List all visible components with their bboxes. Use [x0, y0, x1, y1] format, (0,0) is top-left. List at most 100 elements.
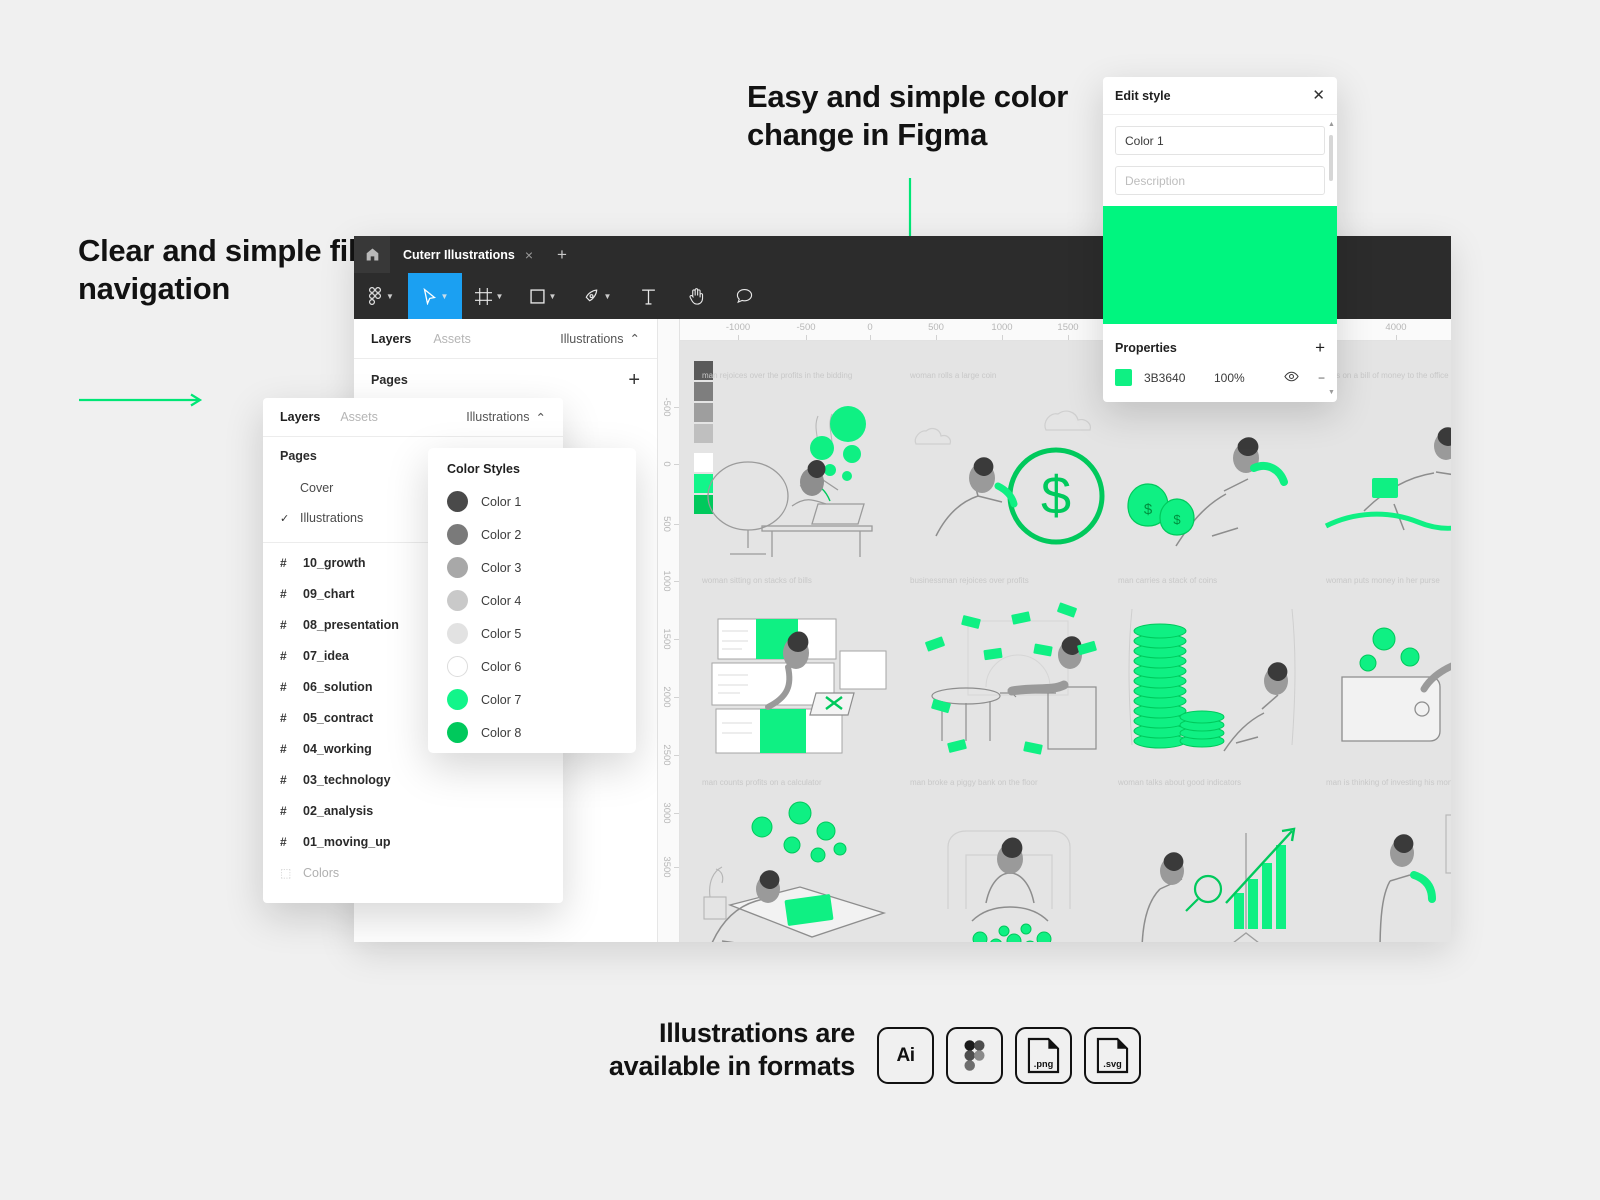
figma-menu-icon[interactable]: ▼ — [354, 273, 408, 319]
frame-caption: woman talks about good indicators — [1118, 778, 1242, 787]
right-arrow-icon — [79, 393, 203, 407]
color-style-row[interactable]: Color 8 — [428, 716, 636, 749]
ruler-mark — [738, 335, 739, 340]
illustration-thumb[interactable] — [700, 386, 910, 561]
ruler-tick: 3500 — [661, 856, 672, 878]
illustration-thumb[interactable] — [908, 591, 1118, 766]
illustration-thumb[interactable] — [1116, 591, 1326, 766]
pen-tool-icon[interactable]: ▼ — [570, 273, 624, 319]
style-description-input[interactable]: Description — [1115, 166, 1325, 195]
png-format-badge[interactable]: .png — [1015, 1027, 1072, 1084]
shape-tool-icon[interactable]: ▼ — [516, 273, 570, 319]
color-swatch-dot[interactable] — [447, 491, 468, 512]
close-icon[interactable]: ✕ — [1312, 88, 1325, 103]
chevron-down-icon: ▼ — [440, 291, 449, 301]
frame-icon: # — [280, 710, 287, 725]
canvas-body[interactable]: man rejoices over the profits in the bid… — [680, 341, 1451, 942]
color-style-row[interactable]: Color 2 — [428, 518, 636, 551]
color-style-row[interactable]: Color 7 — [428, 683, 636, 716]
pages-label: Pages — [371, 373, 408, 387]
illustration-thumb[interactable]: $ $ — [1116, 386, 1326, 561]
text-tool-icon[interactable] — [624, 273, 672, 319]
layer-item[interactable]: #02_analysis — [263, 795, 563, 826]
layer-item[interactable]: #03_technology — [263, 764, 563, 795]
figma-icon — [964, 1040, 985, 1071]
color-style-row[interactable]: Color 1 — [428, 485, 636, 518]
eye-icon[interactable] — [1284, 371, 1299, 385]
add-page-button[interactable]: + — [628, 369, 640, 392]
tab-layers[interactable]: Layers — [371, 332, 411, 346]
color-swatch-dot[interactable] — [447, 656, 468, 677]
illustration-thumb[interactable] — [908, 793, 1118, 942]
chevron-down-icon[interactable]: ▼ — [1328, 389, 1335, 396]
ruler-mark — [674, 639, 679, 640]
illustration-thumb[interactable] — [1116, 793, 1326, 942]
ruler-tick: -1000 — [725, 322, 751, 333]
bottom-heading: Illustrations are available in formats — [608, 1018, 855, 1081]
page-selector[interactable]: Illustrations ⌃ — [466, 410, 546, 425]
layer-item-label: 05_contract — [303, 710, 374, 725]
illustration-thumb[interactable] — [1324, 386, 1451, 561]
illustration-thumb[interactable] — [1324, 793, 1451, 942]
ruler-tick: 1000 — [661, 570, 672, 592]
frame-tool-icon[interactable]: ▼ — [462, 273, 516, 319]
properties-header: Properties + — [1103, 324, 1337, 358]
illustration-thumb[interactable] — [700, 591, 910, 766]
property-hex[interactable]: 3B3640 — [1144, 371, 1202, 385]
frame-caption: flies on a bill of money to the office — [1326, 371, 1449, 380]
tab-layers[interactable]: Layers — [280, 410, 320, 424]
ruler-tick: 0 — [661, 461, 672, 467]
ruler-tick: 3000 — [661, 802, 672, 824]
ai-format-label: Ai — [896, 1044, 916, 1066]
style-name-input[interactable]: Color 1 — [1115, 126, 1325, 155]
color-swatch-dot[interactable] — [447, 557, 468, 578]
layer-item[interactable]: #01_moving_up — [263, 826, 563, 857]
color-style-row[interactable]: Color 4 — [428, 584, 636, 617]
color-style-row[interactable]: Color 3 — [428, 551, 636, 584]
chevron-up-icon[interactable]: ▲ — [1328, 121, 1335, 128]
color-style-label: Color 4 — [481, 593, 522, 608]
color-style-row[interactable]: Color 5 — [428, 617, 636, 650]
color-swatch-dot[interactable] — [447, 623, 468, 644]
move-tool-icon[interactable]: ▼ — [408, 273, 462, 319]
panel-scrollbar[interactable]: ▲ ▼ — [1328, 121, 1335, 396]
illustration-thumb[interactable]: $ — [908, 386, 1118, 561]
page-item-label: Cover — [300, 481, 334, 495]
ruler-tick: 1500 — [661, 628, 672, 650]
frame-icon: # — [280, 741, 287, 756]
scrollbar-thumb[interactable] — [1329, 135, 1333, 181]
frame-caption: man counts profits on a calculator — [702, 778, 822, 787]
home-icon[interactable] — [354, 236, 390, 273]
chevron-down-icon: ▼ — [603, 291, 612, 301]
figma-canvas[interactable]: -1000-500050010001500400045 -50005001000… — [658, 319, 1451, 942]
color-preview-swatch[interactable] — [1103, 206, 1337, 324]
color-style-row[interactable]: Color 6 — [428, 650, 636, 683]
color-swatch-dot[interactable] — [447, 689, 468, 710]
comment-tool-icon[interactable] — [720, 273, 768, 319]
ruler-mark — [936, 335, 937, 340]
property-color-chip[interactable] — [1115, 369, 1132, 386]
add-property-button[interactable]: + — [1315, 338, 1325, 358]
illustration-thumb[interactable] — [1324, 591, 1451, 766]
color-swatch-dot[interactable] — [447, 722, 468, 743]
remove-property-button[interactable]: − — [1311, 371, 1325, 385]
figma-format-badge[interactable] — [946, 1027, 1003, 1084]
close-icon[interactable]: × — [525, 247, 533, 263]
page-selector[interactable]: Illustrations ⌃ — [560, 331, 640, 347]
frame-caption: woman rolls a large coin — [910, 371, 997, 380]
hand-tool-icon[interactable] — [672, 273, 720, 319]
color-swatch-dot[interactable] — [447, 590, 468, 611]
ai-format-badge[interactable]: Ai — [877, 1027, 934, 1084]
file-tab[interactable]: Cuterr Illustrations × — [390, 236, 547, 273]
tab-assets[interactable]: Assets — [433, 332, 471, 346]
edit-style-header: Edit style ✕ — [1103, 77, 1337, 115]
color-style-label: Color 3 — [481, 560, 522, 575]
new-tab-button[interactable]: + — [546, 236, 578, 273]
color-swatch-dot[interactable] — [447, 524, 468, 545]
property-opacity[interactable]: 100% — [1214, 371, 1258, 385]
file-icon: .svg — [1096, 1037, 1129, 1074]
illustration-thumb[interactable] — [700, 793, 910, 942]
svg-format-badge[interactable]: .svg — [1084, 1027, 1141, 1084]
tab-assets[interactable]: Assets — [340, 410, 378, 424]
layer-item[interactable]: ⬚ Colors — [263, 857, 563, 888]
